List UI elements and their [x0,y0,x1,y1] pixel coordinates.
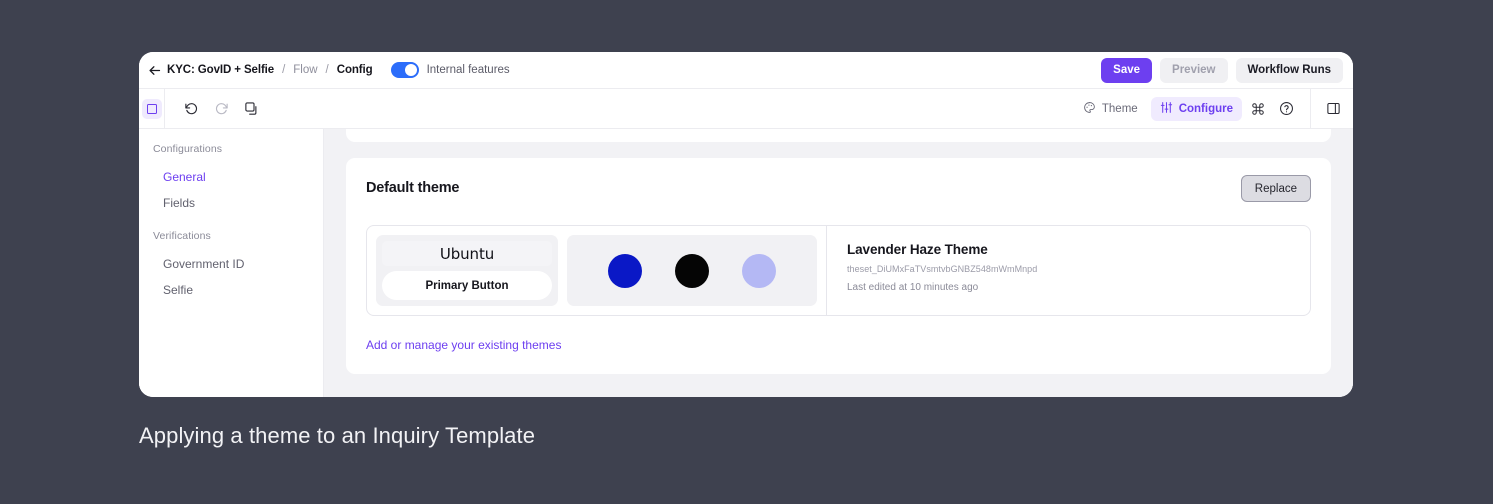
sidebar-section-verifications: Verifications [153,230,211,242]
sidebar-item-selfie-label: Selfie [163,283,194,297]
theme-primary-button-preview: Primary Button [382,271,552,300]
theme-preview: Ubuntu Primary Button [367,226,827,315]
replace-theme-button[interactable]: Replace [1240,175,1311,202]
theme-typography-preview: Ubuntu Primary Button [376,235,558,306]
figure-caption: Applying a theme to an Inquiry Template [139,423,536,448]
screenshot-stage: KYC: GovID + Selfie / Flow / Config Inte… [0,0,1493,504]
toolbar-panel-cell [139,89,165,128]
top-bar: KYC: GovID + Selfie / Flow / Config Inte… [139,52,1353,89]
internal-features-label: Internal features [426,64,510,76]
config-sidebar: Configurations General Fields Verificati… [139,129,324,397]
right-panel-toggle-icon[interactable] [1321,97,1345,121]
breadcrumb-flow[interactable]: Flow [293,64,317,76]
theme-last-edited: Last edited at 10 minutes ago [847,282,979,293]
sidebar-item-general[interactable]: General [139,164,323,190]
sidebar-item-selfie[interactable]: Selfie [139,277,323,303]
breadcrumb-separator-2: / [325,64,329,76]
default-theme-card-header: Default theme Replace [366,175,1311,202]
secondary-color-swatch [675,253,709,288]
theme-font-sample: Ubuntu [382,241,552,266]
help-circle-icon[interactable] [1274,97,1298,121]
save-button[interactable]: Save [1101,57,1153,83]
sliders-icon [1160,101,1173,117]
history-tools [165,97,263,121]
internal-features-toggle-group: Internal features [390,62,510,78]
back-arrow-icon[interactable] [141,57,167,83]
toolbar-right-actions: Theme Configure [1074,89,1345,128]
theme-metadata: Lavender Haze Theme theset_DiUMxFaTVsmtv… [827,226,1310,315]
editor-toolbar: Theme Configure [139,89,1353,129]
preview-button[interactable]: Preview [1160,57,1228,83]
redo-icon[interactable] [209,97,233,121]
top-bar-actions: Save Preview Workflow Runs [1101,57,1343,83]
theme-color-swatches [567,235,817,306]
manage-themes-link[interactable]: Add or manage your existing themes [366,338,561,352]
breadcrumb-separator-1: / [282,64,286,76]
sidebar-item-government-id[interactable]: Government ID [139,251,323,277]
page-title: Default theme [366,180,460,196]
theme-tab[interactable]: Theme [1074,97,1147,121]
configure-tab-label: Configure [1178,102,1233,115]
breadcrumb: KYC: GovID + Selfie / Flow / Config [167,64,373,76]
breadcrumb-template-name[interactable]: KYC: GovID + Selfie [167,64,274,76]
theme-row[interactable]: Ubuntu Primary Button Lavender Haze Them… [366,225,1311,316]
undo-icon[interactable] [179,97,203,121]
command-icon[interactable] [1246,97,1270,121]
primary-color-swatch [608,253,642,288]
breadcrumb-config[interactable]: Config [337,64,373,76]
internal-features-toggle[interactable] [390,62,419,78]
window-body: Configurations General Fields Verificati… [139,129,1353,397]
app-window: KYC: GovID + Selfie / Flow / Config Inte… [139,52,1353,397]
duplicate-icon[interactable] [239,97,263,121]
sidebar-section-configurations: Configurations [153,143,223,155]
sidebar-item-fields[interactable]: Fields [139,190,323,216]
main-content: Default theme Replace Ubuntu Primary But… [324,129,1353,397]
theme-tab-label: Theme [1101,102,1138,115]
palette-icon [1083,101,1096,117]
left-panel-toggle-icon[interactable] [141,98,162,119]
theme-id: theset_DiUMxFaTVsmtvbGNBZ548mWmMnpd [847,264,1038,274]
previous-card-partial [346,129,1331,142]
sidebar-item-general-label: General [163,170,206,184]
default-theme-card: Default theme Replace Ubuntu Primary But… [346,158,1331,374]
sidebar-item-government-id-label: Government ID [163,257,245,271]
toolbar-divider [1310,89,1311,128]
sidebar-item-fields-label: Fields [163,196,196,210]
toggle-knob [404,64,417,76]
accent-color-swatch [742,253,776,288]
configure-tab[interactable]: Configure [1150,96,1242,121]
theme-name: Lavender Haze Theme [847,242,988,257]
workflow-runs-button[interactable]: Workflow Runs [1235,57,1343,83]
